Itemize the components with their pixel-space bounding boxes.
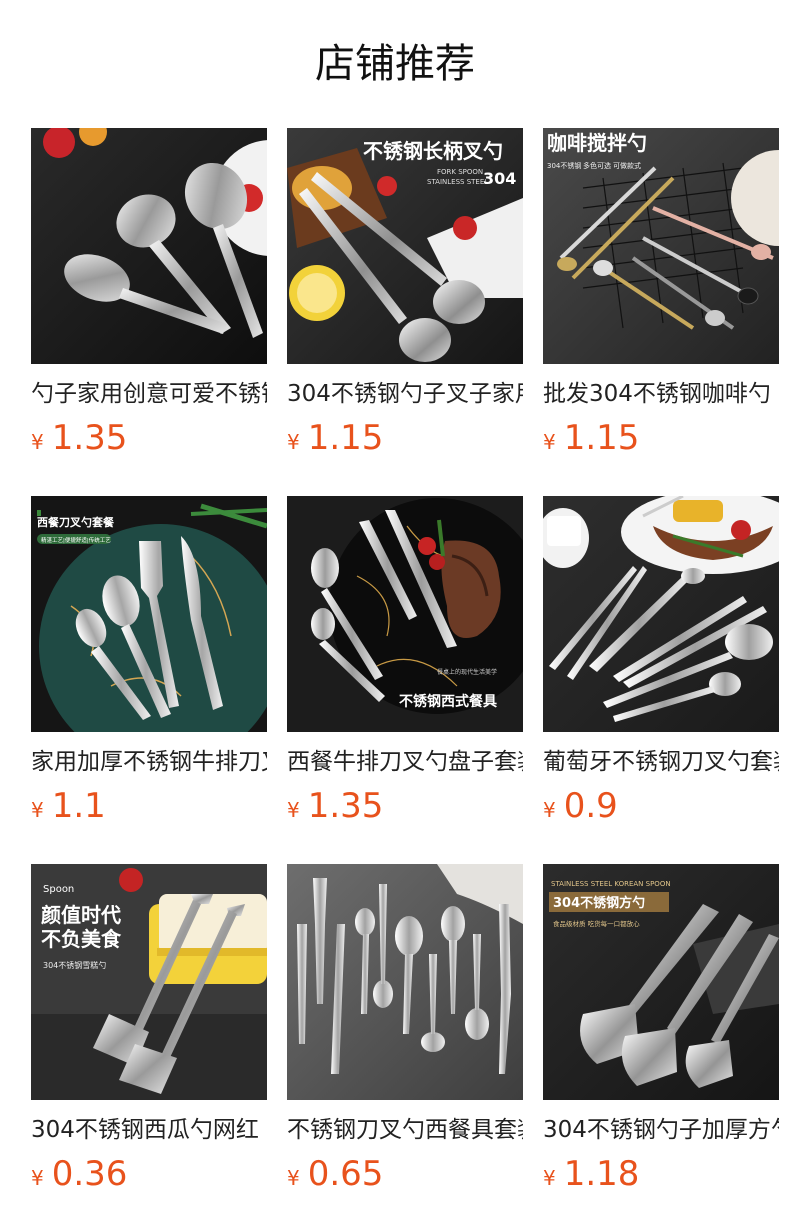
product-card[interactable]: 不锈钢刀叉勺西餐具套装 ¥0.65 — [287, 864, 523, 1194]
image-caption: 304 — [483, 169, 516, 188]
steak-cutlery-photo-icon: 餐桌上的现代生活美学 不锈钢西式餐具 — [287, 496, 523, 732]
product-title[interactable]: 304不锈钢西瓜勺网红 — [31, 1114, 267, 1146]
product-price: ¥0.36 — [31, 1154, 267, 1200]
product-image[interactable] — [543, 496, 779, 732]
product-title[interactable]: 不锈钢刀叉勺西餐具套装 — [287, 1114, 523, 1146]
price-value: 1.15 — [563, 418, 640, 458]
product-title[interactable]: 家用加厚不锈钢牛排刀叉 — [31, 746, 267, 778]
price-value: 1.35 — [307, 786, 384, 826]
price-value: 1.15 — [307, 418, 384, 458]
currency-symbol: ¥ — [543, 1166, 556, 1190]
product-image[interactable]: 不锈钢长柄叉勺 FORK SPOON STAINLESS STEEL 304 — [287, 128, 523, 364]
image-caption: 咖啡搅拌勺 — [547, 131, 647, 155]
image-caption: 可做款式 — [613, 161, 641, 170]
product-card[interactable]: 葡萄牙不锈钢刀叉勺套装 ¥0.9 — [543, 496, 779, 826]
image-caption: 304不锈钢雪糕勺 — [43, 960, 106, 970]
product-card[interactable]: 咖啡搅拌勺 304不锈钢 多色可选 可做款式 批发304不锈钢咖啡勺 ¥1.15 — [543, 128, 779, 458]
product-grid: 勺子家用创意可爱不锈钢 ¥1.35 不锈钢长柄叉勺 FORK SPOON STA… — [31, 128, 779, 1194]
long-handle-spoon-photo-icon: 不锈钢长柄叉勺 FORK SPOON STAINLESS STEEL 304 — [287, 128, 523, 364]
product-card[interactable]: 西餐刀叉勺套餐 精湛工艺|便捷舒适|传统工艺 家用加厚不锈钢牛排刀叉 ¥1.1 — [31, 496, 267, 826]
product-price: ¥1.35 — [31, 418, 267, 464]
image-caption: STAINLESS STEEL — [427, 178, 488, 186]
product-image[interactable] — [287, 864, 523, 1100]
price-value: 1.35 — [51, 418, 128, 458]
product-card[interactable]: 勺子家用创意可爱不锈钢 ¥1.35 — [31, 128, 267, 458]
image-caption: Spoon — [43, 884, 74, 895]
price-value: 0.36 — [51, 1154, 128, 1194]
product-card[interactable]: 餐桌上的现代生活美学 不锈钢西式餐具 西餐牛排刀叉勺盘子套装 ¥1.35 — [287, 496, 523, 826]
product-title[interactable]: 葡萄牙不锈钢刀叉勺套装 — [543, 746, 779, 778]
product-price: ¥1.1 — [31, 786, 267, 832]
product-image[interactable]: 咖啡搅拌勺 304不锈钢 多色可选 可做款式 — [543, 128, 779, 364]
product-card[interactable]: STAINLESS STEEL KOREAN SPOON 304不锈钢方勺 食品… — [543, 864, 779, 1194]
product-title[interactable]: 批发304不锈钢咖啡勺 — [543, 378, 779, 410]
shop-recommendation-page: 店铺推荐 勺子家用创意可爱不锈钢 ¥ 1.35 不锈钢长柄叉勺 FORK SPO… — [0, 0, 790, 1232]
image-caption: 不负美食 — [41, 927, 122, 951]
portugal-cutlery-photo-icon — [543, 496, 779, 732]
price-value: 1.18 — [563, 1154, 640, 1194]
product-image[interactable]: 餐桌上的现代生活美学 不锈钢西式餐具 — [287, 496, 523, 732]
cutlery-set-photo-icon: 西餐刀叉勺套餐 精湛工艺|便捷舒适|传统工艺 — [31, 496, 267, 732]
currency-symbol: ¥ — [287, 1166, 300, 1190]
image-caption: 食品级材质 吃货每一口都放心 — [553, 919, 640, 928]
square-spoon-photo-icon: STAINLESS STEEL KOREAN SPOON 304不锈钢方勺 食品… — [543, 864, 779, 1100]
product-image[interactable]: Spoon 颜值时代 不负美食 304不锈钢雪糕勺 — [31, 864, 267, 1100]
product-price: ¥1.18 — [543, 1154, 779, 1200]
coffee-spoon-photo-icon: 咖啡搅拌勺 304不锈钢 多色可选 可做款式 — [543, 128, 779, 364]
product-image[interactable] — [31, 128, 267, 364]
product-price: ¥0.65 — [287, 1154, 523, 1200]
currency-symbol: ¥ — [31, 430, 44, 454]
product-title[interactable]: 西餐牛排刀叉勺盘子套装 — [287, 746, 523, 778]
product-image[interactable]: 西餐刀叉勺套餐 精湛工艺|便捷舒适|传统工艺 — [31, 496, 267, 732]
product-title[interactable]: 勺子家用创意可爱不锈钢 — [31, 378, 267, 410]
product-price: ¥1.15 — [543, 418, 779, 464]
currency-symbol: ¥ — [31, 1166, 44, 1190]
image-caption: 304不锈钢方勺 — [553, 895, 645, 911]
image-caption: 304不锈钢 — [547, 161, 581, 170]
flatware-flatlay-photo-icon — [287, 864, 523, 1100]
image-caption: 西餐刀叉勺套餐 — [37, 515, 115, 529]
image-caption: FORK SPOON — [437, 168, 483, 176]
spoon-set-photo-icon — [31, 128, 267, 364]
currency-symbol: ¥ — [287, 430, 300, 454]
product-image[interactable]: STAINLESS STEEL KOREAN SPOON 304不锈钢方勺 食品… — [543, 864, 779, 1100]
image-caption: 不锈钢长柄叉勺 — [363, 139, 503, 163]
image-caption: 餐桌上的现代生活美学 — [437, 668, 497, 676]
currency-symbol: ¥ — [287, 798, 300, 822]
currency-symbol: ¥ — [31, 798, 44, 822]
product-title[interactable]: 304不锈钢勺子加厚方勺 — [543, 1114, 779, 1146]
price-value: 0.9 — [563, 786, 618, 826]
product-card[interactable]: Spoon 颜值时代 不负美食 304不锈钢雪糕勺 304不锈钢西瓜勺网红 ¥0… — [31, 864, 267, 1194]
section-title: 店铺推荐 — [315, 41, 475, 87]
product-title[interactable]: 304不锈钢勺子叉子家用 — [287, 378, 523, 410]
product-price: ¥1.35 — [287, 786, 523, 832]
currency-symbol: ¥ — [543, 798, 556, 822]
product-price: ¥1.15 — [287, 418, 523, 464]
price-value: 1.1 — [51, 786, 106, 826]
image-caption: 精湛工艺|便捷舒适|传统工艺 — [41, 536, 111, 544]
image-caption: 多色可选 — [583, 161, 611, 170]
image-caption: 颜值时代 — [41, 903, 121, 927]
price-value: 0.65 — [307, 1154, 384, 1194]
product-card[interactable]: 不锈钢长柄叉勺 FORK SPOON STAINLESS STEEL 304 3… — [287, 128, 523, 458]
image-caption: 不锈钢西式餐具 — [399, 693, 497, 710]
image-caption: STAINLESS STEEL KOREAN SPOON — [551, 880, 671, 888]
shovel-spoon-photo-icon: Spoon 颜值时代 不负美食 304不锈钢雪糕勺 — [31, 864, 267, 1100]
currency-symbol: ¥ — [543, 430, 556, 454]
product-price: ¥0.9 — [543, 786, 779, 832]
